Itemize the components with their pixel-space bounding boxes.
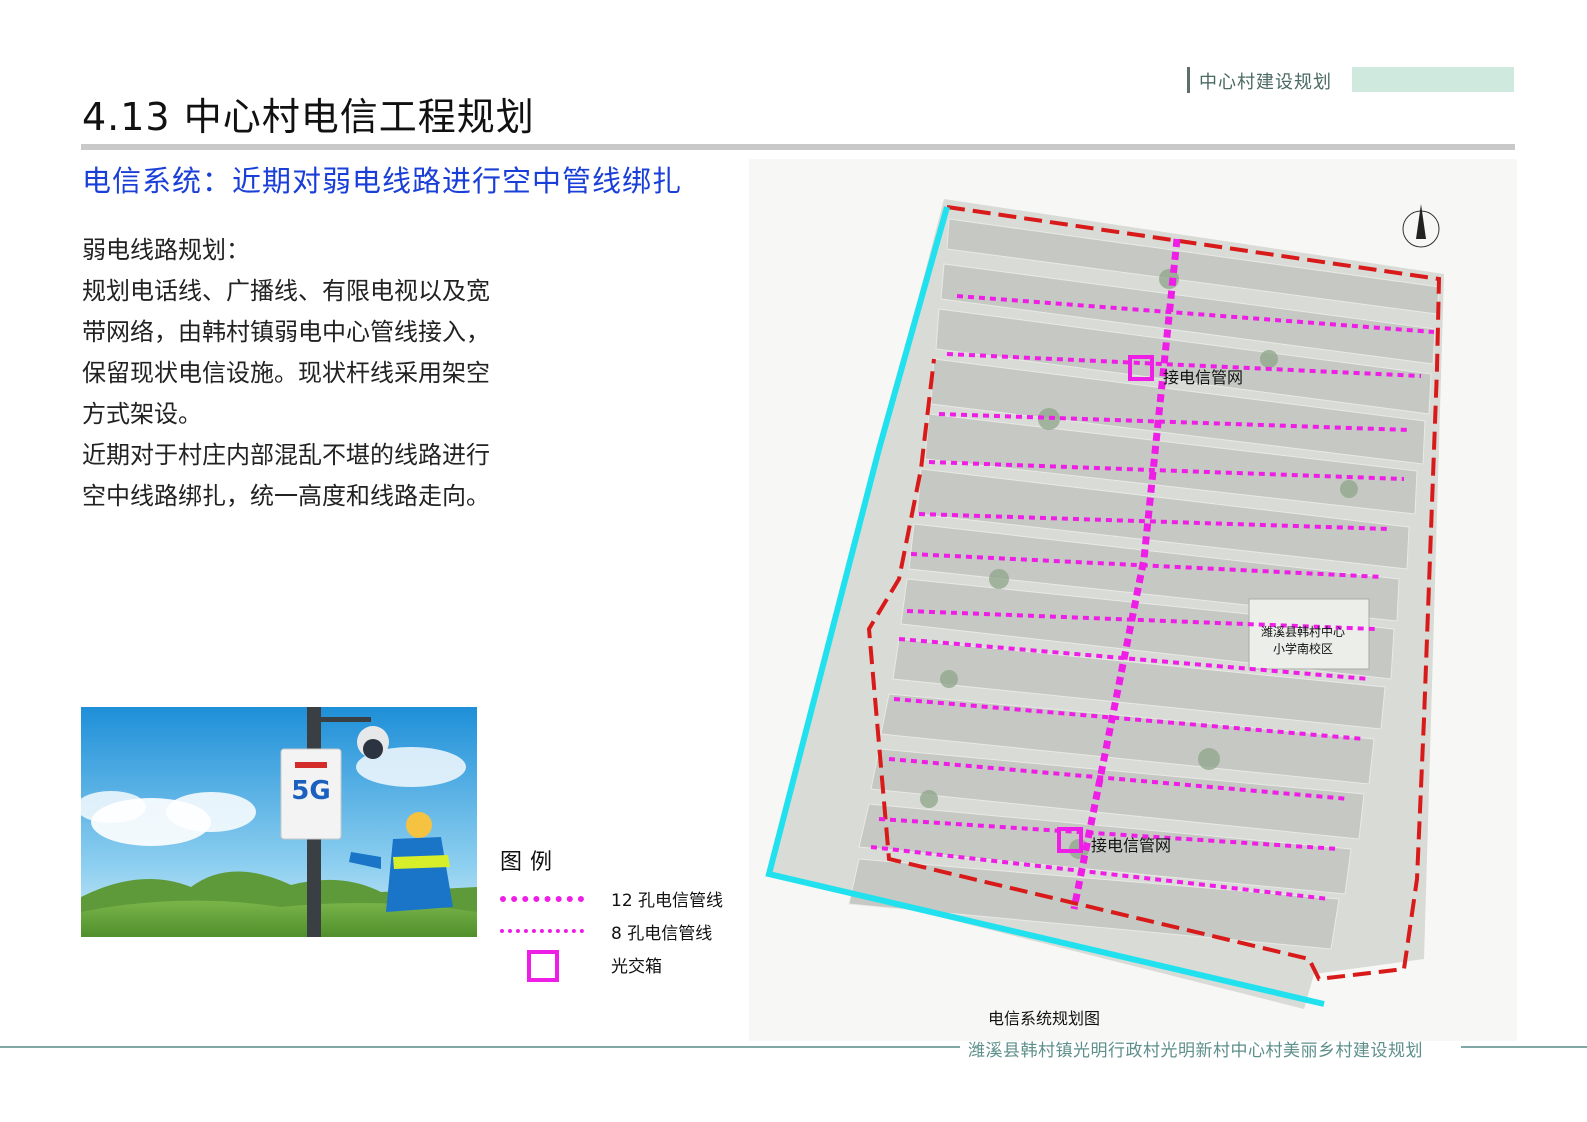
section-tag-block: [1352, 67, 1514, 92]
map-label-connect-top: 接电信管网: [1163, 368, 1243, 387]
legend-12-hole-line-swatch: [500, 896, 584, 902]
body-paragraph: 近期对于村庄内部混乱不堪的线路进行空中线路绑扎，统一高度和线路走向。: [82, 441, 490, 510]
body-paragraph: 规划电话线、广播线、有限电视以及宽带网络，由韩村镇弱电中心管线接入，保留现状电信…: [82, 277, 490, 428]
title-divider: [81, 144, 1515, 150]
page-subtitle: 电信系统：近期对弱电线路进行空中管线绑扎: [82, 164, 683, 198]
map-label-school-line1: 潍溪县韩村中心: [1261, 624, 1345, 639]
telecom-plan-map: 接电信管网 接电信管网 潍溪县韩村中心 小学南校区: [749, 159, 1517, 1041]
footer-rule-right: [1461, 1046, 1587, 1048]
body-text: 弱电线路规划： 规划电话线、广播线、有限电视以及宽带网络，由韩村镇弱电中心管线接…: [82, 230, 492, 517]
map-caption: 电信系统规划图: [988, 1009, 1101, 1028]
legend-title: 图例: [500, 850, 561, 875]
map-svg: 接电信管网 接电信管网 潍溪县韩村中心 小学南校区: [749, 159, 1517, 1041]
section-tag-bar: [1187, 67, 1190, 93]
footer-rule-left: [0, 1046, 960, 1048]
5g-text: 5G: [291, 776, 330, 806]
footer-text: 潍溪县韩村镇光明行政村光明新村中心村美丽乡村建设规划: [968, 1041, 1423, 1061]
legend-label-12-hole: 12 孔电信管线: [611, 891, 724, 911]
section-tag: 中心村建设规划: [1199, 72, 1332, 93]
legend-label-fiber-box: 光交箱: [611, 957, 662, 977]
map-label-connect-bottom: 接电信管网: [1091, 836, 1171, 855]
legend-label-8-hole: 8 孔电信管线: [611, 924, 713, 944]
page-title: 4.13 中心村电信工程规划: [82, 95, 535, 139]
legend-fiber-box-swatch: [527, 950, 559, 982]
legend-8-hole-line-swatch: [500, 929, 584, 933]
body-heading: 弱电线路规划：: [82, 236, 250, 264]
map-label-school-line2: 小学南校区: [1273, 641, 1333, 656]
telecom-photo: 5G: [81, 707, 477, 937]
